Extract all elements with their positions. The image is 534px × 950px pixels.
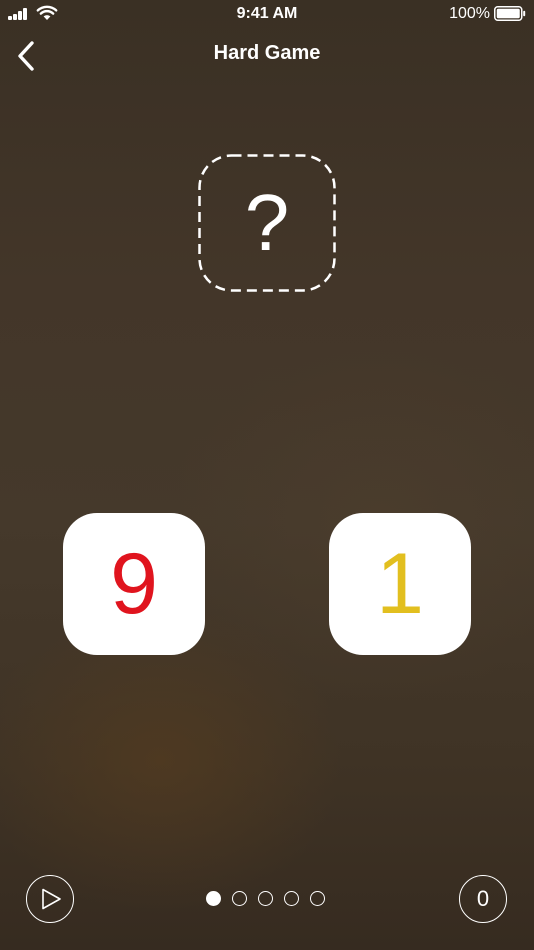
page-dot[interactable] <box>206 891 221 906</box>
status-bar: 9:41 AM 100% <box>0 0 534 28</box>
number-tile[interactable]: 9 <box>63 513 205 655</box>
tile-value: 1 <box>376 536 424 632</box>
page-title: Hard Game <box>213 42 321 64</box>
battery-icon <box>494 6 526 21</box>
battery-percent: 100% <box>449 5 490 22</box>
question-mark: ? <box>244 178 290 267</box>
page-dot[interactable] <box>284 891 299 906</box>
chevron-left-icon <box>18 41 34 71</box>
answer-slot: ? <box>198 154 336 292</box>
page-dot[interactable] <box>310 891 325 906</box>
number-tile[interactable]: 1 <box>329 513 471 655</box>
score-badge: 0 <box>459 875 507 923</box>
play-icon <box>42 888 61 910</box>
play-button[interactable] <box>26 875 74 923</box>
page-indicator <box>206 890 330 910</box>
tile-value: 9 <box>110 536 158 632</box>
nav-bar: Hard Game <box>0 28 534 80</box>
back-button[interactable] <box>8 36 48 76</box>
page-dot[interactable] <box>232 891 247 906</box>
page-dot[interactable] <box>258 891 273 906</box>
